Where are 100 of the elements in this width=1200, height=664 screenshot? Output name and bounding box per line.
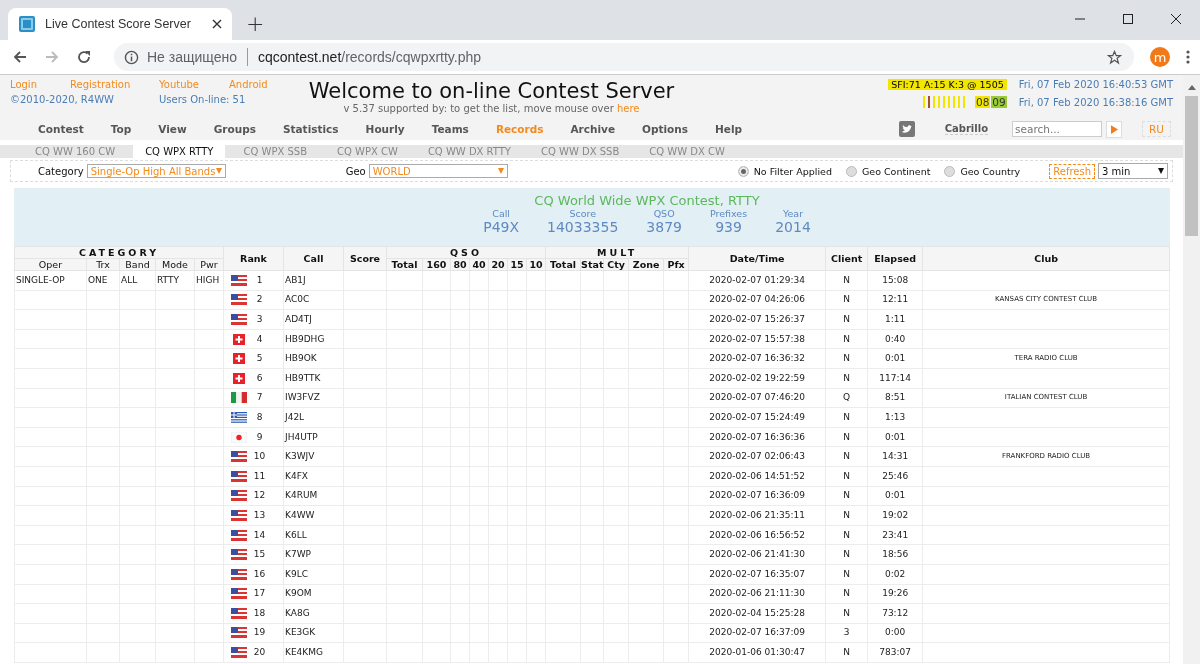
back-icon[interactable] — [12, 49, 28, 65]
table-cell: 0:01 — [885, 431, 906, 442]
column-header: 40 — [472, 259, 486, 270]
callsign-cell: KE4KMG — [285, 647, 323, 658]
star-icon[interactable] — [1107, 49, 1122, 65]
table-cell: N — [843, 314, 850, 324]
flag-icon — [231, 549, 247, 561]
menu-item[interactable]: Groups — [213, 123, 256, 135]
maximize-icon[interactable] — [1123, 14, 1133, 24]
rank-number: 1 — [255, 274, 264, 286]
table-cell: N — [843, 333, 850, 344]
flag-icon — [231, 372, 247, 384]
table-cell: N — [843, 353, 850, 364]
menu-item[interactable]: Help — [715, 123, 743, 135]
stat-label: Year — [782, 208, 804, 219]
table-cell: N — [843, 294, 850, 305]
reload-icon[interactable] — [76, 49, 92, 65]
menu-item[interactable]: Hourly — [365, 123, 405, 135]
date-time: Fri, 07 Feb 2020 16:40:53 GMT — [1018, 79, 1173, 90]
filter-radio[interactable]: Geo Country — [944, 165, 1021, 177]
menu-item[interactable]: Options — [642, 123, 689, 135]
column-header: Band — [125, 259, 150, 270]
stat-value: 939 — [715, 219, 742, 235]
menu-item[interactable]: Statistics — [282, 123, 339, 135]
search-button[interactable] — [1106, 120, 1122, 138]
column-header: Total — [550, 259, 577, 270]
callsign-cell: HB9TTK — [285, 372, 321, 383]
callsign-cell: K4FX — [285, 470, 308, 481]
filter-radio[interactable]: Geo Continent — [845, 165, 931, 177]
close-icon[interactable] — [1171, 14, 1181, 24]
menu-icon[interactable] — [1186, 49, 1190, 65]
table-cell: 2020-02-07 02:06:43 — [709, 451, 805, 462]
rank-number: 19 — [252, 627, 267, 639]
scrollbar[interactable] — [1183, 75, 1200, 664]
flag-icon — [231, 353, 247, 365]
scroll-thumb[interactable] — [1185, 96, 1198, 236]
flag-icon — [231, 588, 247, 600]
rank-number: 10 — [252, 451, 267, 463]
column-header: Cty — [607, 259, 625, 270]
callsign-cell: K9LC — [285, 568, 308, 579]
column-header: Date/Time — [729, 253, 785, 264]
rank-number: 4 — [255, 333, 264, 345]
browser-tab[interactable]: Live Contest Score Server — [8, 8, 232, 40]
stat-label: QSO — [653, 208, 675, 219]
table-cell: 2020-02-07 15:24:49 — [709, 411, 805, 422]
callsign-cell: HB9DHG — [285, 333, 325, 344]
menu-item[interactable]: View — [158, 123, 187, 135]
column-group-header: MULT — [597, 247, 638, 258]
table-cell: 15:08 — [882, 274, 909, 285]
info-icon — [124, 49, 139, 65]
interval-select[interactable]: 3 min — [1098, 163, 1168, 179]
flag-icon — [231, 607, 247, 619]
flag-icon — [231, 294, 247, 306]
search-field[interactable]: search... — [1012, 121, 1102, 137]
flag-icon — [231, 333, 247, 345]
menu-item[interactable]: Archive — [570, 123, 616, 135]
stat-label: Prefixes — [709, 208, 748, 219]
rank-number: 6 — [255, 372, 264, 384]
table-cell: 19:02 — [882, 509, 909, 520]
menu-item[interactable]: Top — [110, 123, 132, 135]
column-header: 10 — [529, 259, 543, 270]
twitter-icon[interactable] — [898, 121, 915, 137]
table-cell: 0:00 — [885, 627, 906, 638]
column-header: Score — [349, 253, 381, 264]
column-header: Call — [303, 253, 324, 264]
table-cell: 2020-02-07 16:36:32 — [709, 353, 805, 364]
solar-data-badge: SFI:71 A:15 K:3 @ 1505 — [888, 79, 1007, 90]
cabrillo-link[interactable]: Cabrillo — [944, 123, 988, 135]
security-label: Не защищено — [147, 49, 237, 65]
rank-number: 5 — [255, 353, 264, 365]
menu-item[interactable]: Contest — [38, 123, 84, 135]
table-cell: 0:40 — [885, 333, 906, 344]
new-tab-button[interactable]: + — [242, 12, 269, 36]
users-online: Users On-line: 51 — [159, 94, 246, 105]
rank-number: 13 — [252, 509, 267, 521]
table-cell: 2020-02-06 16:56:52 — [709, 529, 805, 540]
callsign-cell: HB9OK — [285, 353, 317, 364]
column-header: 80 — [453, 259, 467, 270]
column-header: Elapsed — [874, 253, 917, 264]
table-cell: 1:11 — [885, 314, 906, 324]
menu-item[interactable]: Teams — [431, 123, 469, 135]
contest-tab[interactable]: CQ WPX RTTY — [133, 145, 226, 158]
column-group-header: CATEGORY — [78, 247, 160, 258]
callsign-cell: AD4TJ — [285, 314, 312, 324]
close-tab-icon[interactable] — [212, 19, 222, 29]
table-cell: 25:46 — [882, 470, 909, 481]
callsign-cell: AC0C — [285, 294, 310, 305]
scroll-up-icon[interactable] — [1187, 85, 1196, 90]
column-header: Pwr — [200, 259, 218, 270]
table-cell: 14:31 — [882, 451, 909, 462]
table-cell: 2020-02-06 21:35:11 — [709, 509, 805, 520]
category-label: Category — [38, 165, 84, 177]
column-header: 15 — [510, 259, 524, 270]
rank-number: 3 — [255, 314, 264, 325]
address-field[interactable]: Не защищено cqcontest.net/records/cqwpxrtty.php — [114, 43, 1134, 71]
filter-radio[interactable]: No Filter Applied — [737, 165, 832, 177]
table-cell: N — [843, 372, 850, 383]
flag-icon — [231, 490, 247, 502]
flag-icon — [231, 314, 247, 325]
column-header: Trx — [96, 259, 110, 270]
